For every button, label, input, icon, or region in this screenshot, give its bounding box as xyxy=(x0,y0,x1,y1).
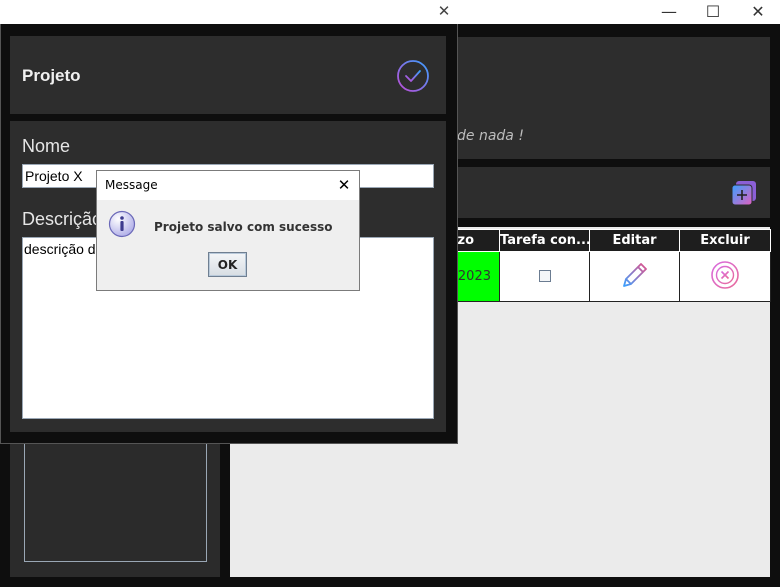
column-header-delete[interactable]: Excluir xyxy=(679,229,771,252)
projects-list[interactable] xyxy=(24,441,207,562)
maximize-button[interactable]: ☐ xyxy=(693,0,733,22)
name-label: Nome xyxy=(22,136,71,156)
project-dialog-titlebar xyxy=(0,0,458,24)
project-dialog-close-button[interactable]: ✕ xyxy=(433,0,455,22)
message-text: Projeto salvo com sucesso xyxy=(154,220,333,234)
description-label: Descrição xyxy=(22,209,103,229)
completed-cell[interactable] xyxy=(499,251,590,302)
pencil-icon[interactable] xyxy=(620,260,650,290)
minimize-button[interactable]: — xyxy=(649,0,689,22)
column-header-completed[interactable]: Tarefa con... xyxy=(499,229,590,252)
completed-checkbox[interactable] xyxy=(538,270,551,282)
delete-icon[interactable] xyxy=(710,260,740,290)
delete-cell[interactable] xyxy=(679,251,771,302)
page-title: Projeto xyxy=(22,66,81,85)
edit-cell[interactable] xyxy=(589,251,680,302)
info-icon xyxy=(108,210,136,238)
message-dialog-close-button[interactable]: ✕ xyxy=(333,173,355,197)
column-header-edit[interactable]: Editar xyxy=(589,229,680,252)
add-task-icon[interactable] xyxy=(731,180,757,206)
check-circle-icon[interactable] xyxy=(396,59,430,93)
ok-button[interactable]: OK xyxy=(208,252,247,277)
main-subtitle: de nada ! xyxy=(457,128,524,144)
message-dialog: Message ✕ Projeto salvo com sucesso OK xyxy=(96,170,360,291)
close-button[interactable]: ✕ xyxy=(738,0,778,22)
tasks-table: zo Tarefa con... Editar Excluir 2023 xyxy=(410,229,771,302)
message-dialog-title: Message xyxy=(105,178,158,192)
table-row[interactable]: 2023 xyxy=(410,251,771,302)
